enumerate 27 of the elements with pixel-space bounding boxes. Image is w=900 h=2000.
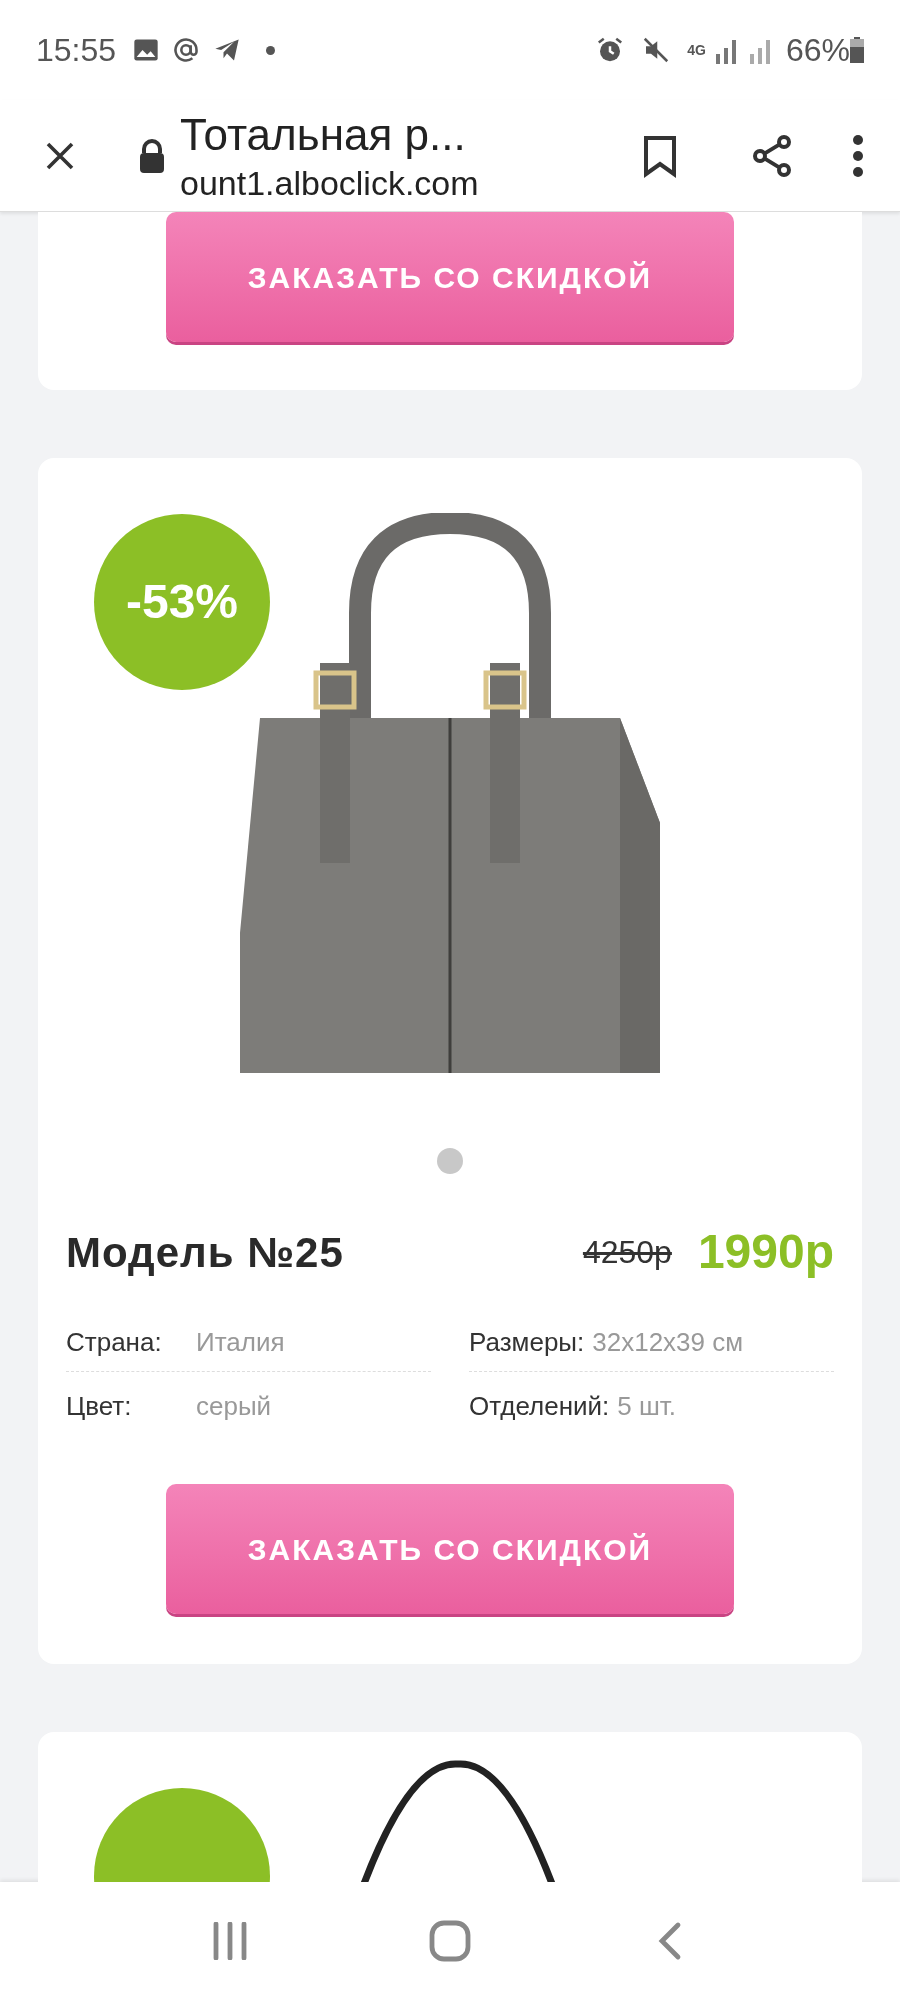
battery-percent: 66% (785, 31, 850, 70)
battery-icon (850, 37, 864, 63)
spec-label: Цвет: (66, 1389, 133, 1423)
order-button[interactable]: ЗАКАЗАТЬ СО СКИДКОЙ (166, 1484, 734, 1614)
spec-value: Италия (196, 1326, 285, 1359)
lock-icon (138, 138, 166, 173)
status-time: 15:55 (36, 31, 117, 70)
old-price: 4250р (582, 1233, 672, 1272)
spec-value: 5 шт. (617, 1389, 677, 1423)
page-url: ount1.alboclick.com (180, 162, 480, 204)
order-button[interactable]: ЗАКАЗАТЬ СО СКИДКОЙ (166, 212, 734, 342)
back-icon (658, 1921, 682, 1961)
spec-label: Размеры: (469, 1326, 585, 1359)
product-name: Модель №25 (66, 1227, 344, 1278)
spec-value: 32x12x39 см (592, 1326, 744, 1359)
spec-label: Страна: (66, 1326, 163, 1359)
spec-label: Отделений: (469, 1389, 610, 1423)
discount-badge: -53% (94, 514, 270, 690)
page-title: Тотальная р... (180, 108, 467, 161)
recent-apps-icon (212, 1922, 248, 1960)
network-type: 4G (687, 43, 706, 57)
bookmark-icon (642, 133, 678, 178)
at-sign-icon (172, 36, 201, 64)
spec-value: серый (196, 1389, 272, 1423)
price: 1990р (697, 1224, 834, 1280)
more-vertical-icon (852, 133, 864, 178)
home-icon (429, 1920, 471, 1962)
